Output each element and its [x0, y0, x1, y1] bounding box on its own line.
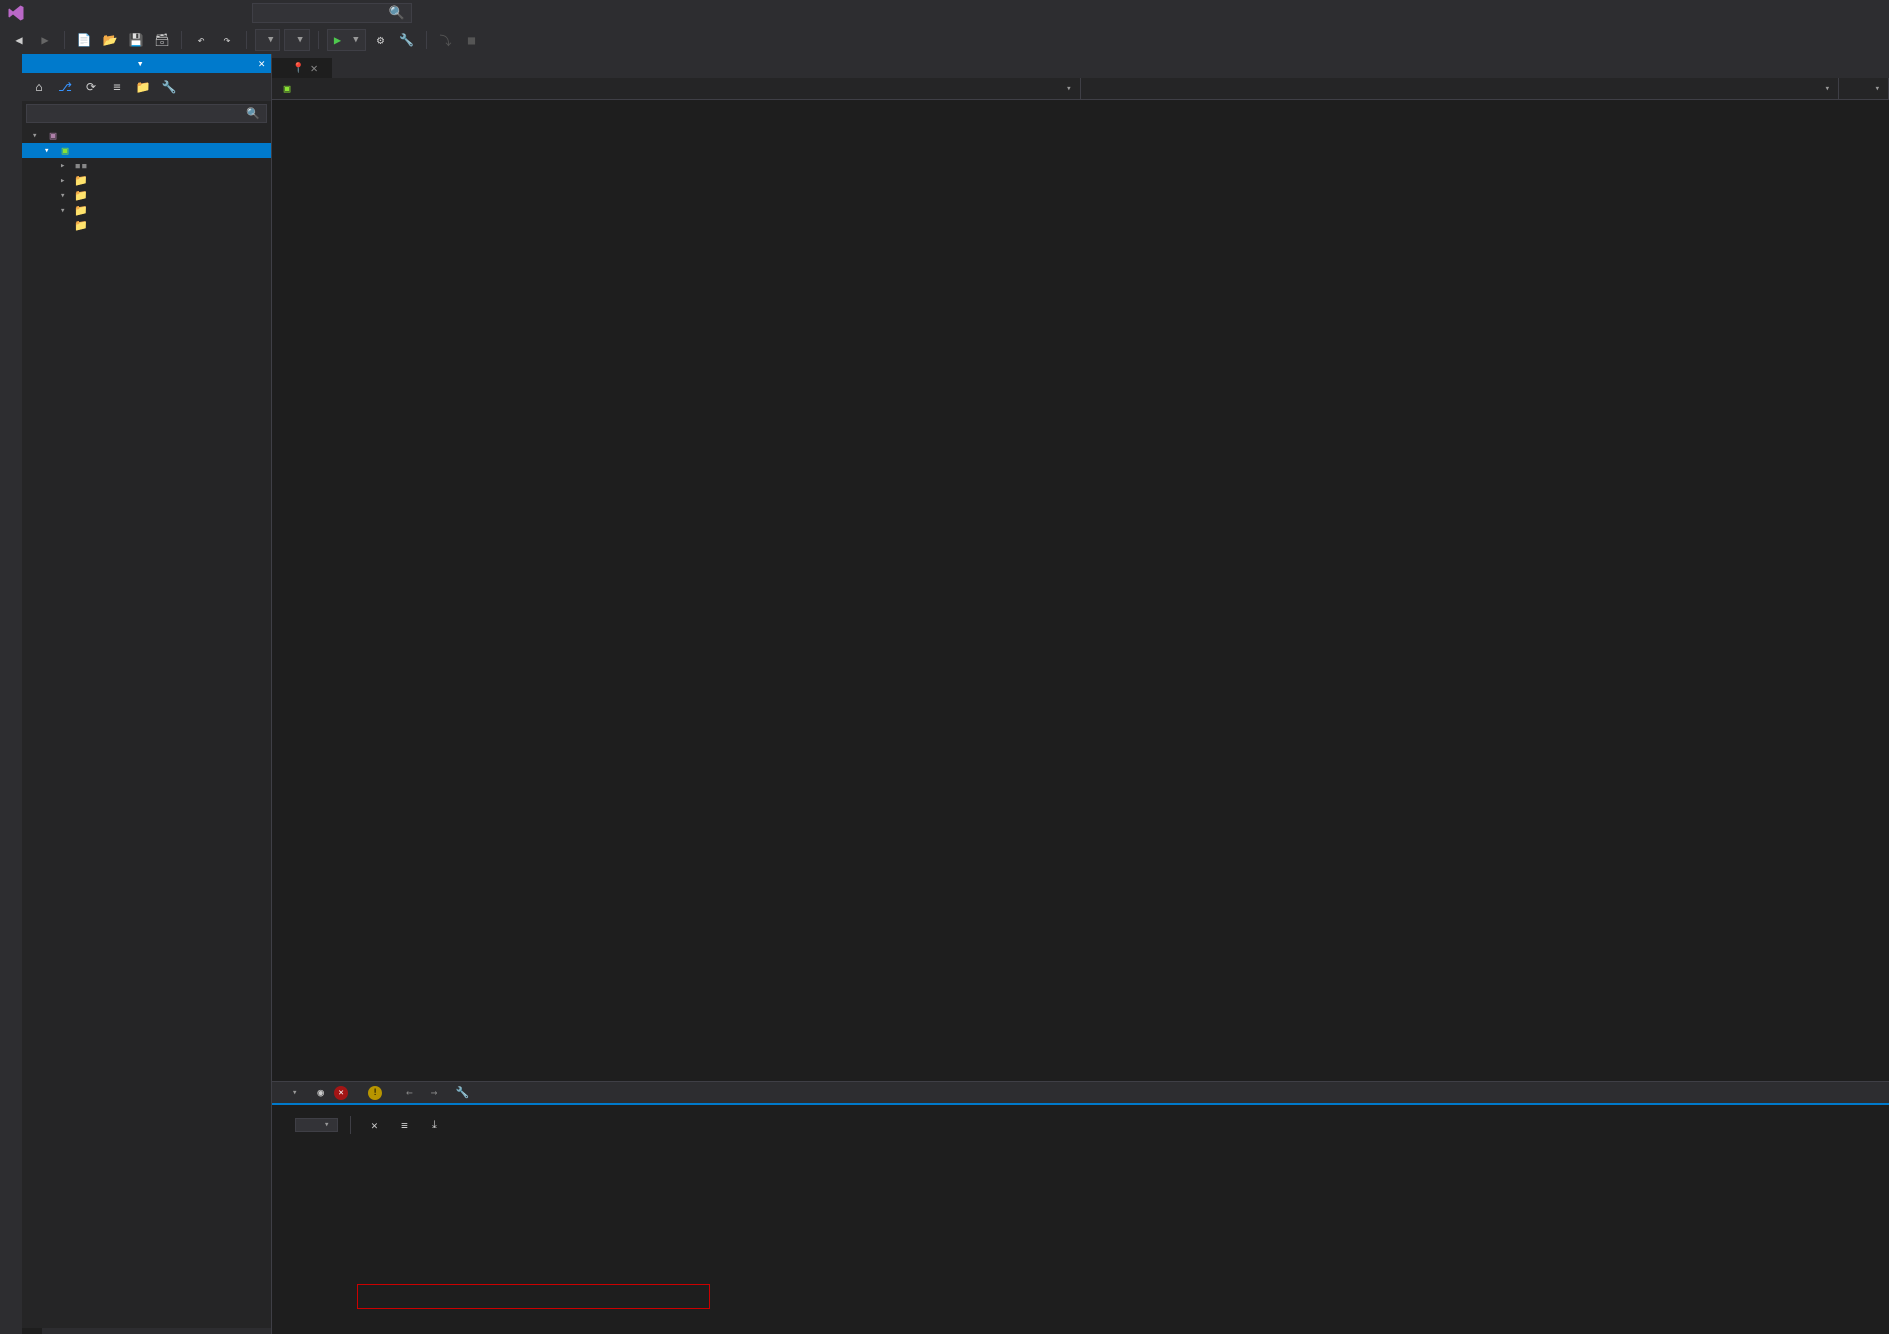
search-icon: 🔍	[246, 107, 260, 120]
tab-resview[interactable]	[42, 1328, 62, 1334]
menu-extensions[interactable]	[194, 10, 208, 16]
panel-toolbar: ⌂ ⎇ ⟳ ≡ 📁 🔧	[22, 73, 271, 101]
showall-icon[interactable]: 📁	[132, 76, 154, 98]
project-node[interactable]: ▾▣	[22, 143, 271, 158]
new-icon[interactable]: 📄	[73, 29, 95, 51]
scope-empty[interactable]: ▾	[1839, 78, 1889, 99]
sln-root[interactable]: ▾▣	[22, 128, 271, 143]
nav-fwd-icon[interactable]: ▶	[34, 29, 56, 51]
toolbar: ◀ ▶ 📄 📂 💾 🗃 ↶ ↷ ▼ ▼ ▶▼ ⚙ 🔧 ⤵ ■	[0, 26, 1889, 54]
vs-logo-icon	[6, 3, 26, 23]
chevron-down-icon: ▾	[1875, 84, 1880, 94]
chevron-down-icon: ▼	[297, 35, 302, 45]
menu-build[interactable]	[114, 10, 128, 16]
search-icon: 🔍	[389, 6, 405, 21]
editor-tab-active[interactable]: 📍 ✕	[272, 58, 332, 78]
code-editor[interactable]	[272, 100, 1889, 1081]
global-search[interactable]: 🔍	[252, 3, 412, 23]
output-toolbar: ▾ ✕ ≡ ⤓	[272, 1111, 1889, 1139]
props-icon[interactable]: 🔧	[158, 76, 180, 98]
tab-props[interactable]	[82, 1328, 102, 1334]
side-tab-toolbox[interactable]	[0, 96, 22, 108]
clear-icon[interactable]: ✕	[363, 1114, 385, 1136]
menu-tools[interactable]	[178, 10, 192, 16]
side-dock	[0, 54, 22, 1334]
menu-window[interactable]	[210, 10, 224, 16]
wrap-icon[interactable]: ≡	[393, 1114, 415, 1136]
output-source-dropdown[interactable]: ▾	[295, 1118, 338, 1132]
collapse-icon[interactable]: ≡	[106, 76, 128, 98]
menu-analyze[interactable]	[162, 10, 176, 16]
panel-tabs	[22, 1328, 271, 1334]
open-icon[interactable]: 📂	[99, 29, 121, 51]
close-icon[interactable]: ✕	[258, 57, 265, 70]
menu-help[interactable]	[226, 10, 240, 16]
panel-title: ▾ ✕	[22, 54, 271, 73]
solution-explorer: ▾ ✕ ⌂ ⎇ ⟳ ≡ 📁 🔧 🔍 ▾▣ ▾▣ ▸▪▪ ▸📁 ▾📁 ▾📁 📁	[22, 54, 272, 1334]
stop-icon[interactable]: ■	[461, 29, 483, 51]
pin-icon[interactable]: ▾	[137, 57, 144, 70]
menu-git[interactable]	[82, 10, 96, 16]
close-icon[interactable]: ✕	[310, 61, 317, 75]
menu-edit[interactable]	[50, 10, 64, 16]
solution-search[interactable]: 🔍	[26, 104, 267, 123]
resources-folder[interactable]: 📁	[22, 218, 271, 233]
output-text[interactable]	[272, 1139, 1889, 1334]
dbg-attach-icon[interactable]: 🔧	[396, 29, 418, 51]
tab-solexp[interactable]	[22, 1328, 42, 1334]
menu-debug[interactable]	[130, 10, 144, 16]
solution-tree: ▾▣ ▾▣ ▸▪▪ ▸📁 ▾📁 ▾📁 📁	[22, 126, 271, 1328]
menu-bar: 🔍	[0, 0, 1889, 26]
editor-area: 📍 ✕ ▣▾ ▾ ▾ ▾ ◉ ✕ ! ← → 🔧	[272, 54, 1889, 1334]
warning-icon[interactable]: !	[368, 1086, 382, 1100]
chevron-down-icon: ▾	[324, 1120, 329, 1130]
editor-tabs: 📍 ✕	[272, 54, 1889, 78]
editor-cfg-icon[interactable]: 🔧	[451, 1082, 473, 1104]
chevron-down-icon: ▾	[1825, 84, 1830, 94]
saveall-icon[interactable]: 🗃	[151, 29, 173, 51]
menu-file[interactable]	[34, 10, 48, 16]
side-tab-server[interactable]	[0, 64, 22, 76]
menu-project[interactable]	[98, 10, 112, 16]
step-icon[interactable]: ⤵	[435, 29, 457, 51]
redo-icon[interactable]: ↷	[216, 29, 238, 51]
error-icon[interactable]: ✕	[334, 1086, 348, 1100]
save-icon[interactable]: 💾	[125, 29, 147, 51]
pin-icon[interactable]: 📍	[292, 63, 304, 74]
scope-func[interactable]: ▾	[1081, 78, 1840, 99]
nav-next-icon[interactable]: →	[427, 1086, 442, 1099]
output-panel: ▾ ✕ ≡ ⤓	[272, 1103, 1889, 1334]
platform-dropdown[interactable]: ▼	[284, 29, 309, 51]
tab-propmgr[interactable]	[62, 1328, 82, 1334]
chevron-down-icon: ▼	[353, 35, 358, 45]
home-icon[interactable]: ⌂	[28, 76, 50, 98]
menu-view[interactable]	[66, 10, 80, 16]
code-content[interactable]	[320, 100, 340, 1081]
config-dropdown[interactable]: ▼	[255, 29, 280, 51]
autoscroll-icon[interactable]: ⤓	[423, 1114, 445, 1136]
headers-folder[interactable]: ▾📁	[22, 188, 271, 203]
sources-folder[interactable]: ▾📁	[22, 203, 271, 218]
editor-status: ▾ ◉ ✕ ! ← → 🔧	[272, 1081, 1889, 1103]
undo-icon[interactable]: ↶	[190, 29, 212, 51]
chevron-down-icon: ▼	[268, 35, 273, 45]
nav-prev-icon[interactable]: ←	[402, 1086, 417, 1099]
nav-back-icon[interactable]: ◀	[8, 29, 30, 51]
chevron-down-icon: ▾	[292, 1088, 297, 1098]
extdeps-node[interactable]: ▸📁	[22, 173, 271, 188]
branch-icon[interactable]: ⎇	[54, 76, 76, 98]
dbg-cfg-icon[interactable]: ⚙	[370, 29, 392, 51]
launch-button[interactable]: ▶▼	[327, 29, 366, 51]
scope-project[interactable]: ▣▾	[272, 78, 1081, 99]
scope-bar: ▣▾ ▾ ▾	[272, 78, 1889, 100]
chevron-down-icon: ▾	[1066, 84, 1071, 94]
refs-node[interactable]: ▸▪▪	[22, 158, 271, 173]
fold-gutter	[304, 100, 320, 1081]
line-numbers	[272, 100, 304, 1081]
menu-test[interactable]	[146, 10, 160, 16]
play-icon: ▶	[334, 33, 341, 47]
refresh-icon[interactable]: ⟳	[80, 76, 102, 98]
